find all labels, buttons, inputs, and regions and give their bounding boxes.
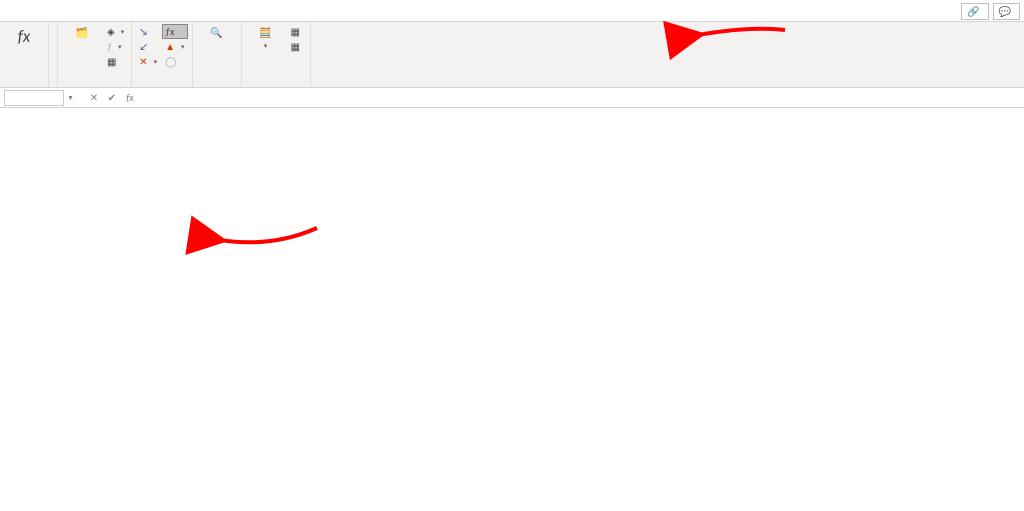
namebox-drop-icon[interactable]: ▼ <box>64 93 77 102</box>
share-button[interactable]: 🔗 <box>961 3 988 20</box>
calc-sheet-button[interactable]: ▦ <box>288 39 306 54</box>
calc-opt-label <box>264 41 268 51</box>
comments-button[interactable]: 💬 <box>993 3 1020 20</box>
remove-arrows-button[interactable]: ✕ <box>136 54 160 69</box>
fx-icon: fx <box>18 26 31 47</box>
show-formulas-button[interactable]: ƒx <box>162 24 187 39</box>
use-in-formula-button[interactable]: ƒ <box>104 39 127 54</box>
calc-now-icon: ▦ <box>291 25 300 38</box>
evaluate-formula-button[interactable]: ◯ <box>162 54 187 69</box>
formula-input[interactable] <box>139 97 1024 99</box>
name-manager-icon: 🗂️ <box>76 26 88 39</box>
comment-icon: 💬 <box>999 5 1011 18</box>
define-name-button[interactable]: ◈ <box>104 24 127 39</box>
calc-label <box>246 85 306 87</box>
name-manager-button[interactable]: 🗂️ <box>62 24 102 41</box>
define-name-icon: ◈ <box>107 25 115 38</box>
use-formula-icon: ƒ <box>107 40 112 53</box>
annotation-arrow-2 <box>212 218 322 263</box>
trace-dependents-button[interactable]: ↙ <box>136 39 160 54</box>
remove-a-icon: ✕ <box>139 55 147 68</box>
defnames-label <box>62 85 127 87</box>
watch-icon: 🔍 <box>210 26 222 39</box>
enter-icon[interactable]: ✔ <box>103 91 121 104</box>
watch-window-button[interactable]: 🔍 <box>197 24 237 41</box>
name-box[interactable] <box>4 90 64 106</box>
create-sel-icon: ▦ <box>107 55 116 68</box>
insert-function-button[interactable]: fx <box>4 24 44 49</box>
ribbon-tabs <box>0 0 1024 22</box>
share-bar: 🔗 💬 <box>961 0 1020 22</box>
fx-bar-icon[interactable]: fx <box>121 91 139 104</box>
error-checking-button[interactable]: ▲ <box>162 39 187 54</box>
trace-d-icon: ↙ <box>139 40 148 53</box>
calc-options-button[interactable]: 🧮 <box>246 24 286 51</box>
trace-precedents-button[interactable]: ↘ <box>136 24 160 39</box>
show-f-icon: ƒx <box>165 25 174 38</box>
share-icon: 🔗 <box>967 5 979 18</box>
err-icon: ▲ <box>165 40 175 53</box>
create-from-selection-button[interactable]: ▦ <box>104 54 127 69</box>
eval-icon: ◯ <box>165 55 176 68</box>
ribbon: fx 🗂️ ◈ ƒ ▦ ↘ ↙ ✕ ƒx ▲ ◯ 🔍 <box>0 22 1024 88</box>
cancel-icon[interactable]: ✕ <box>85 91 103 104</box>
calc-icon: 🧮 <box>259 26 271 39</box>
audit-label <box>136 85 187 87</box>
calc-now-button[interactable]: ▦ <box>288 24 306 39</box>
formula-bar: ▼ ✕ ✔ fx <box>0 88 1024 108</box>
trace-p-icon: ↘ <box>139 25 148 38</box>
calc-sheet-icon: ▦ <box>291 40 300 53</box>
